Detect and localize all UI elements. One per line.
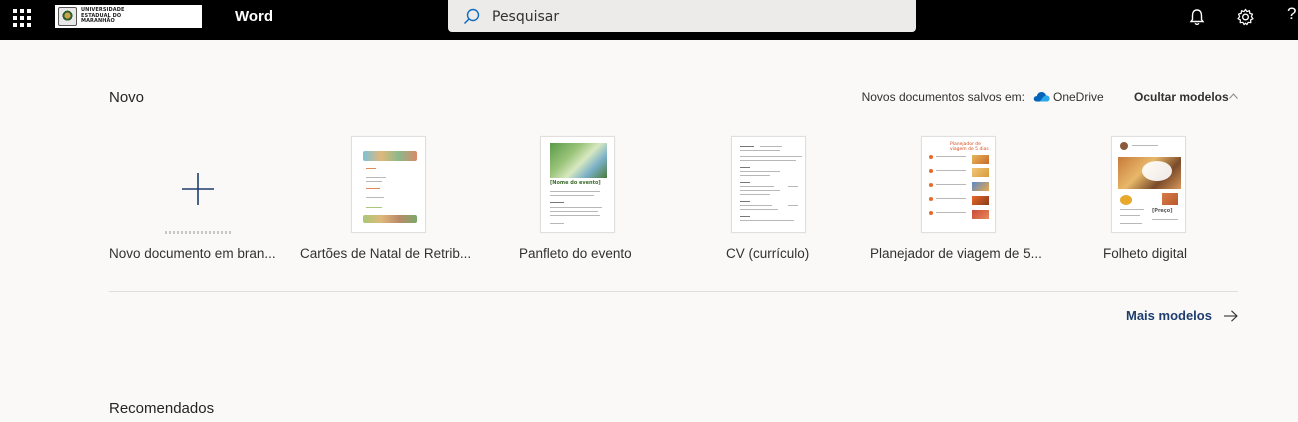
event-name-text: [Nome do evento] <box>550 180 601 186</box>
onedrive-link[interactable]: OneDrive <box>1053 90 1104 104</box>
template-event-flyer[interactable]: [Nome do evento] Panfleto do evento <box>519 136 709 276</box>
app-launcher-icon[interactable] <box>13 9 31 27</box>
template-digital-flyer[interactable]: [Preço] Folheto digital <box>1103 136 1293 276</box>
template-label: Cartões de Natal de Retrib... <box>300 246 472 261</box>
template-label: Folheto digital <box>1103 246 1188 261</box>
arrow-right-icon[interactable] <box>1223 310 1238 322</box>
saved-in-label: Novos documentos salvos em: <box>861 90 1025 104</box>
app-name[interactable]: Word <box>235 8 273 25</box>
plus-icon <box>182 173 214 205</box>
logo-text: UNIVERSIDADE ESTADUAL DO MARANHÃO <box>81 7 125 25</box>
template-label: Novo documento em bran... <box>109 246 276 261</box>
help-icon[interactable]: ? <box>1287 4 1296 24</box>
template-christmas-cards[interactable]: Cartões de Natal de Retrib... <box>300 136 490 276</box>
template-thumbnail: [Preço] <box>1111 136 1186 233</box>
blank-document-underline <box>165 231 233 234</box>
bell-icon[interactable] <box>1188 7 1206 27</box>
hide-templates-button[interactable]: Ocultar modelos <box>1134 90 1229 104</box>
search-icon <box>463 8 480 25</box>
template-trip-planner[interactable]: Planejador de viagem de 5 dias Planejado… <box>870 136 1060 276</box>
template-thumbnail: [Nome do evento] <box>540 136 615 233</box>
organization-logo[interactable]: UNIVERSIDADE ESTADUAL DO MARANHÃO <box>55 5 202 28</box>
section-divider <box>109 291 1238 292</box>
template-blank-document[interactable]: Novo documento em bran... <box>109 136 299 276</box>
chevron-up-icon[interactable] <box>1229 93 1238 99</box>
gear-icon[interactable] <box>1236 7 1255 27</box>
template-thumbnail <box>731 136 806 233</box>
university-seal-icon <box>58 7 77 26</box>
search-input[interactable] <box>492 6 902 28</box>
search-box[interactable] <box>448 0 916 32</box>
template-label: Planejador de viagem de 5... <box>870 246 1042 261</box>
flyer-price-text: [Preço] <box>1152 208 1173 214</box>
top-bar: UNIVERSIDADE ESTADUAL DO MARANHÃO Word ? <box>0 0 1298 40</box>
onedrive-icon <box>1033 91 1050 102</box>
template-label: Panfleto do evento <box>519 246 632 261</box>
template-thumbnail <box>351 136 426 233</box>
new-section-title: Novo <box>109 89 145 106</box>
trip-planner-title-text: Planejador de viagem de 5 dias <box>950 142 989 152</box>
template-thumbnail: Planejador de viagem de 5 dias <box>921 136 996 233</box>
recommended-section-title: Recomendados <box>109 400 215 417</box>
more-templates-link[interactable]: Mais modelos <box>1126 308 1212 323</box>
